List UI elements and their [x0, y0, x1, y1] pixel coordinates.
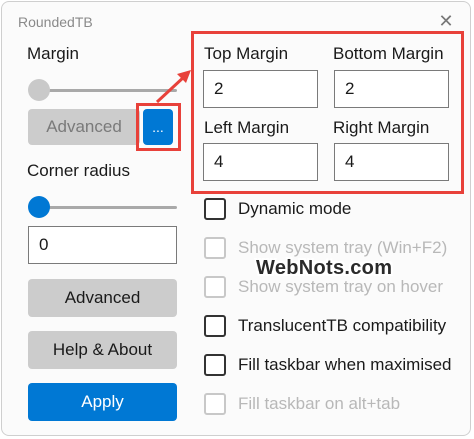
watermark-text: WebNots.com — [256, 257, 393, 279]
option-label: Fill taskbar on alt+tab — [238, 394, 401, 413]
option-label: Fill taskbar when maximised — [238, 355, 452, 374]
close-icon[interactable]: ✕ — [436, 11, 456, 31]
option-label: Show system tray on hover — [238, 277, 444, 296]
option-checkbox — [204, 393, 226, 415]
option-label: TranslucentTB compatibility — [238, 316, 447, 335]
corner-radius-input[interactable]: 0 — [28, 226, 177, 264]
margin-label: Margin — [27, 44, 79, 63]
help-about-button[interactable]: Help & About — [28, 331, 177, 369]
option-checkbox[interactable] — [204, 354, 226, 376]
margins-panel-highlight — [191, 31, 464, 194]
option-checkbox[interactable] — [204, 315, 226, 337]
more-button-highlight — [136, 103, 181, 151]
margin-advanced-button[interactable]: Advanced — [28, 109, 140, 145]
option-checkbox[interactable] — [204, 198, 226, 220]
corner-radius-label: Corner radius — [27, 161, 130, 180]
apply-button[interactable]: Apply — [28, 383, 177, 421]
window-title: RoundedTB — [18, 14, 93, 30]
option-checkbox — [204, 237, 226, 259]
option-label: Dynamic mode — [238, 199, 352, 218]
callout-arrow-icon — [155, 70, 191, 104]
corner-radius-slider-thumb[interactable] — [28, 196, 50, 218]
corner-radius-slider-track[interactable] — [29, 206, 177, 209]
option-label: Show system tray (Win+F2) — [238, 238, 448, 257]
advanced-button[interactable]: Advanced — [28, 279, 177, 317]
option-checkbox — [204, 276, 226, 298]
margin-slider-thumb[interactable] — [28, 79, 50, 101]
